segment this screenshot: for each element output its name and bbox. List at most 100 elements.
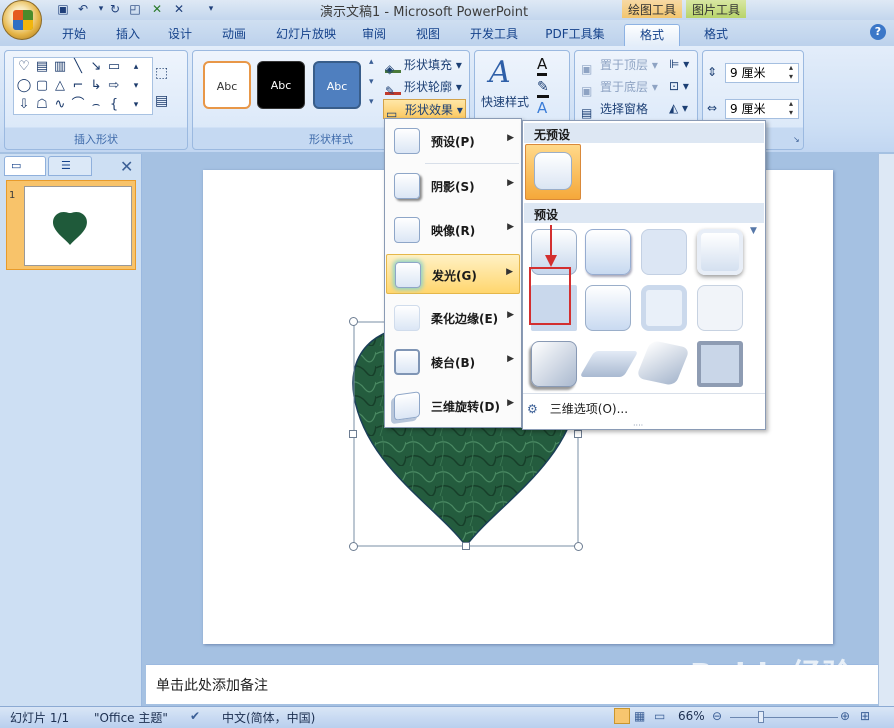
gallery-down-icon[interactable]: ▾ xyxy=(128,78,144,94)
slideshow-view-icon[interactable]: ▭ xyxy=(654,709,665,723)
resize-handle-br[interactable] xyxy=(574,542,583,551)
preset-8[interactable] xyxy=(697,285,743,331)
tab-view[interactable]: 视图 xyxy=(406,24,450,46)
selection-pane-button[interactable]: ▤ 选择窗格 xyxy=(581,99,648,120)
excel-icon[interactable]: ✕ xyxy=(150,2,164,16)
down-arrow-icon[interactable]: ⇩ xyxy=(16,97,32,113)
resize-grip-icon[interactable]: ···· xyxy=(633,421,643,430)
elbow-connector-icon[interactable]: ⌐ xyxy=(70,78,86,94)
menu-item-preset[interactable]: 预设(P) ▶ xyxy=(386,121,520,161)
triangle-shape-icon[interactable]: △ xyxy=(52,78,68,94)
group-icon[interactable]: ⊡ ▾ xyxy=(669,79,689,93)
undo-dropdown-icon[interactable]: ▾ xyxy=(94,2,108,16)
style-swatch-orange-outline[interactable]: Abc xyxy=(203,61,251,109)
no-preset-option[interactable] xyxy=(525,144,581,200)
3d-options-item[interactable]: ⚙ 三维选项(O)... xyxy=(527,399,763,419)
styles-more-icon[interactable]: ▾ xyxy=(369,97,374,107)
preset-3[interactable] xyxy=(641,229,687,275)
tab-insert[interactable]: 插入 xyxy=(106,24,150,46)
shape-effects-button[interactable]: ▭ 形状效果 ▾ xyxy=(383,99,466,121)
curve-icon[interactable]: ∿ xyxy=(52,97,68,113)
size-dialog-launcher-icon[interactable]: ↘ xyxy=(793,135,800,144)
tab-format-drawing[interactable]: 格式 xyxy=(624,24,680,46)
preset-2[interactable] xyxy=(585,229,631,275)
tab-review[interactable]: 审阅 xyxy=(352,24,396,46)
resize-handle-tl[interactable] xyxy=(349,317,358,326)
spellcheck-icon[interactable]: ✔ xyxy=(190,709,200,723)
zoom-slider[interactable] xyxy=(730,717,838,718)
style-swatch-blue[interactable]: Abc xyxy=(313,61,361,109)
shape-fill-button[interactable]: ◈ 形状填充 ▾ xyxy=(385,55,462,76)
tab-animations[interactable]: 动画 xyxy=(212,24,256,46)
menu-item-glow[interactable]: 发光(G) ▶ xyxy=(386,254,520,294)
close-pane-icon[interactable]: ✕ xyxy=(120,157,133,176)
menu-item-reflection[interactable]: 映像(R) ▶ xyxy=(386,210,520,250)
arrow-line-icon[interactable]: ↘ xyxy=(88,59,104,75)
zoom-out-icon[interactable]: ⊖ xyxy=(712,709,722,723)
tab-pdf-tools[interactable]: PDF工具集 xyxy=(538,24,612,46)
wave-icon[interactable]: ⌢ xyxy=(88,97,104,113)
height-spinner-icon[interactable]: ▴ ▾ xyxy=(789,63,793,81)
rectangle-shape-icon[interactable]: ▭ xyxy=(106,59,122,75)
style-swatch-black[interactable]: Abc xyxy=(257,61,305,109)
resize-handle-mr[interactable] xyxy=(574,430,582,438)
preset-9[interactable] xyxy=(531,341,577,387)
menu-item-bevel[interactable]: 棱台(B) ▶ xyxy=(386,342,520,382)
align-icon[interactable]: ⊫ ▾ xyxy=(669,57,689,71)
textbox-shape-icon[interactable]: ▤ xyxy=(34,59,50,75)
slide-thumbnail[interactable] xyxy=(24,186,132,266)
print-preview-icon[interactable]: ◰ xyxy=(128,2,142,16)
resize-handle-bm[interactable] xyxy=(462,542,470,550)
preset-6[interactable] xyxy=(585,285,631,331)
preset-10[interactable] xyxy=(579,351,639,377)
resize-handle-bl[interactable] xyxy=(349,542,358,551)
help-icon[interactable]: ? xyxy=(870,24,886,40)
shape-outline-button[interactable]: ✎ 形状轮廓 ▾ xyxy=(385,77,462,98)
normal-view-icon[interactable] xyxy=(614,708,630,724)
preset-4[interactable] xyxy=(697,229,743,275)
styles-scroll-down-icon[interactable]: ▾ xyxy=(369,77,374,87)
slide-sorter-icon[interactable]: ▦ xyxy=(634,709,645,723)
resize-handle-ml[interactable] xyxy=(349,430,357,438)
fit-to-window-icon[interactable]: ⊞ xyxy=(860,709,870,723)
quick-styles-button[interactable]: 快速样式 xyxy=(481,93,529,110)
brace-icon[interactable]: { xyxy=(106,97,122,113)
block-arrow-icon[interactable]: ⇨ xyxy=(106,78,122,94)
outline-tab[interactable]: ☰ xyxy=(48,156,92,176)
zoom-level[interactable]: 66% xyxy=(678,709,705,723)
shapes-gallery[interactable]: ♡ ▤ ▥ ╲ ↘ ▭ ◯ ▢ △ ⌐ ↳ ⇨ ⇩ ☖ ∿ ⌒ ⌢ { ▴ ▾ … xyxy=(13,57,153,115)
text-effects-icon[interactable]: A xyxy=(537,99,547,117)
elbow-arrow-icon[interactable]: ↳ xyxy=(88,78,104,94)
edit-shape-icon[interactable]: ⬚ xyxy=(155,65,168,81)
rounded-rect-icon[interactable]: ▢ xyxy=(34,78,50,94)
send-to-back-button[interactable]: ▣ 置于底层 ▾ xyxy=(581,77,658,98)
menu-item-soft-edges[interactable]: 柔化边缘(E) ▶ xyxy=(386,298,520,338)
arc-icon[interactable]: ⌒ xyxy=(70,97,86,113)
customize-qat-icon[interactable]: ▾ xyxy=(204,2,218,16)
gallery-up-icon[interactable]: ▴ xyxy=(128,59,144,75)
quick-styles-icon[interactable]: A xyxy=(489,55,511,90)
text-outline-icon[interactable]: ✎ xyxy=(537,79,549,98)
preset-12[interactable] xyxy=(697,341,743,387)
slides-tab[interactable]: ▭ xyxy=(4,156,46,176)
width-spinner-icon[interactable]: ▴ ▾ xyxy=(789,99,793,117)
vertical-scrollbar[interactable] xyxy=(878,154,894,706)
heart-shape-icon[interactable]: ♡ xyxy=(16,59,32,75)
text-box-button-icon[interactable]: ▤ xyxy=(155,93,168,109)
bring-to-front-button[interactable]: ▣ 置于顶层 ▾ xyxy=(581,55,658,76)
office-button[interactable] xyxy=(2,0,42,40)
freeform-icon[interactable]: ☖ xyxy=(34,97,50,113)
menu-item-shadow[interactable]: 阴影(S) ▶ xyxy=(386,166,520,206)
preset-11[interactable] xyxy=(635,340,691,386)
tab-developer[interactable]: 开发工具 xyxy=(464,24,524,46)
gallery-more-icon[interactable]: ▾ xyxy=(128,97,144,113)
rotate-icon[interactable]: ◭ ▾ xyxy=(669,101,688,115)
height-input[interactable]: 9 厘米 xyxy=(725,63,799,83)
line-shape-icon[interactable]: ╲ xyxy=(70,59,86,75)
text-fill-icon[interactable]: A xyxy=(537,55,548,76)
zoom-slider-thumb[interactable] xyxy=(758,711,764,723)
tab-slideshow[interactable]: 幻灯片放映 xyxy=(268,24,344,46)
tab-home[interactable]: 开始 xyxy=(52,24,96,46)
zoom-in-icon[interactable]: ⊕ xyxy=(840,709,850,723)
preset-7[interactable] xyxy=(641,285,687,331)
